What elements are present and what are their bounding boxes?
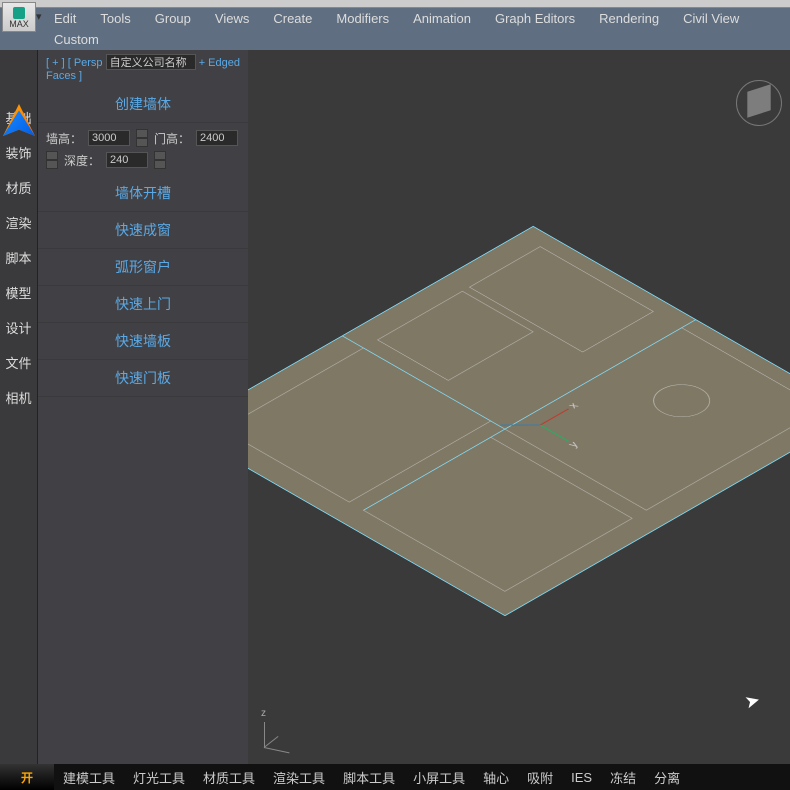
left-tab-strip: 基础 装饰 材质 渲染 脚本 模型 设计 文件 相机: [0, 50, 38, 764]
bb-modeling-tools[interactable]: 建模工具: [54, 768, 124, 787]
wall-params: 墙高： 门高： 深度：: [38, 123, 248, 175]
quick-window-button[interactable]: 快速成窗: [38, 212, 248, 249]
menu-group[interactable]: Group: [143, 8, 203, 29]
quick-door-button[interactable]: 快速上门: [38, 286, 248, 323]
bb-freeze[interactable]: 冻结: [601, 768, 645, 787]
door-height-label: 门高：: [154, 130, 190, 147]
menu-rendering[interactable]: Rendering: [587, 8, 671, 29]
tab-script[interactable]: 脚本: [0, 240, 37, 275]
tab-decoration[interactable]: 装饰: [0, 135, 37, 170]
floor-plan-model: x y: [248, 202, 790, 640]
menu-graph-editors[interactable]: Graph Editors: [483, 8, 587, 29]
max-app-icon[interactable]: MAX: [2, 2, 36, 32]
tab-camera[interactable]: 相机: [0, 380, 37, 415]
bottom-logo-icon: 开: [0, 764, 54, 790]
bb-detach[interactable]: 分离: [645, 768, 689, 787]
depth-spinner[interactable]: [154, 151, 166, 169]
create-wall-button[interactable]: 创建墙体: [38, 86, 248, 123]
tab-model[interactable]: 模型: [0, 275, 37, 310]
menu-views[interactable]: Views: [203, 8, 261, 29]
door-height-input[interactable]: [196, 130, 238, 146]
menu-edit[interactable]: Edit: [42, 8, 88, 29]
side-panel: [ + ] [ Persp + Edged Faces ] 创建墙体 墙高： 门…: [38, 50, 248, 764]
menu-create[interactable]: Create: [261, 8, 324, 29]
bottom-toolbar: 开 建模工具 灯光工具 材质工具 渲染工具 脚本工具 小屏工具 轴心 吸附 IE…: [0, 764, 790, 790]
menubar: Edit Tools Group Views Create Modifiers …: [0, 8, 790, 50]
axis-indicator: [258, 714, 298, 754]
door-height-spinner[interactable]: [46, 151, 58, 169]
quick-wall-panel-button[interactable]: 快速墙板: [38, 323, 248, 360]
wall-height-label: 墙高：: [46, 130, 82, 147]
bb-pivot[interactable]: 轴心: [474, 768, 518, 787]
tab-material[interactable]: 材质: [0, 170, 37, 205]
menu-tools[interactable]: Tools: [88, 8, 142, 29]
company-name-field[interactable]: [106, 54, 196, 70]
menu-civil-view[interactable]: Civil View: [671, 8, 751, 29]
tab-file[interactable]: 文件: [0, 345, 37, 380]
wall-slot-button[interactable]: 墙体开槽: [38, 175, 248, 212]
wall-height-spinner[interactable]: [136, 129, 148, 147]
bb-material-tools[interactable]: 材质工具: [194, 768, 264, 787]
bb-snap[interactable]: 吸附: [518, 768, 562, 787]
wall-height-input[interactable]: [88, 130, 130, 146]
bb-ies[interactable]: IES: [562, 770, 601, 785]
bb-script-tools[interactable]: 脚本工具: [334, 768, 404, 787]
bb-render-tools[interactable]: 渲染工具: [264, 768, 334, 787]
tab-design[interactable]: 设计: [0, 310, 37, 345]
arc-window-button[interactable]: 弧形窗户: [38, 249, 248, 286]
bb-small-screen-tools[interactable]: 小屏工具: [404, 768, 474, 787]
app-menu-dropdown-icon[interactable]: ▾: [36, 10, 42, 23]
bb-lighting-tools[interactable]: 灯光工具: [124, 768, 194, 787]
quick-door-panel-button[interactable]: 快速门板: [38, 360, 248, 397]
depth-input[interactable]: [106, 152, 148, 168]
mouse-cursor-icon: ➤: [742, 689, 762, 713]
menu-custom[interactable]: Custom: [42, 29, 111, 50]
viewport-label-prefix: [ + ] [ Persp: [46, 57, 103, 69]
depth-label: 深度：: [64, 152, 100, 169]
tab-render[interactable]: 渲染: [0, 205, 37, 240]
menu-modifiers[interactable]: Modifiers: [324, 8, 401, 29]
menu-animation[interactable]: Animation: [401, 8, 483, 29]
viewport-3d[interactable]: x y ➤: [248, 50, 790, 764]
view-cube-gizmo[interactable]: [736, 80, 782, 126]
